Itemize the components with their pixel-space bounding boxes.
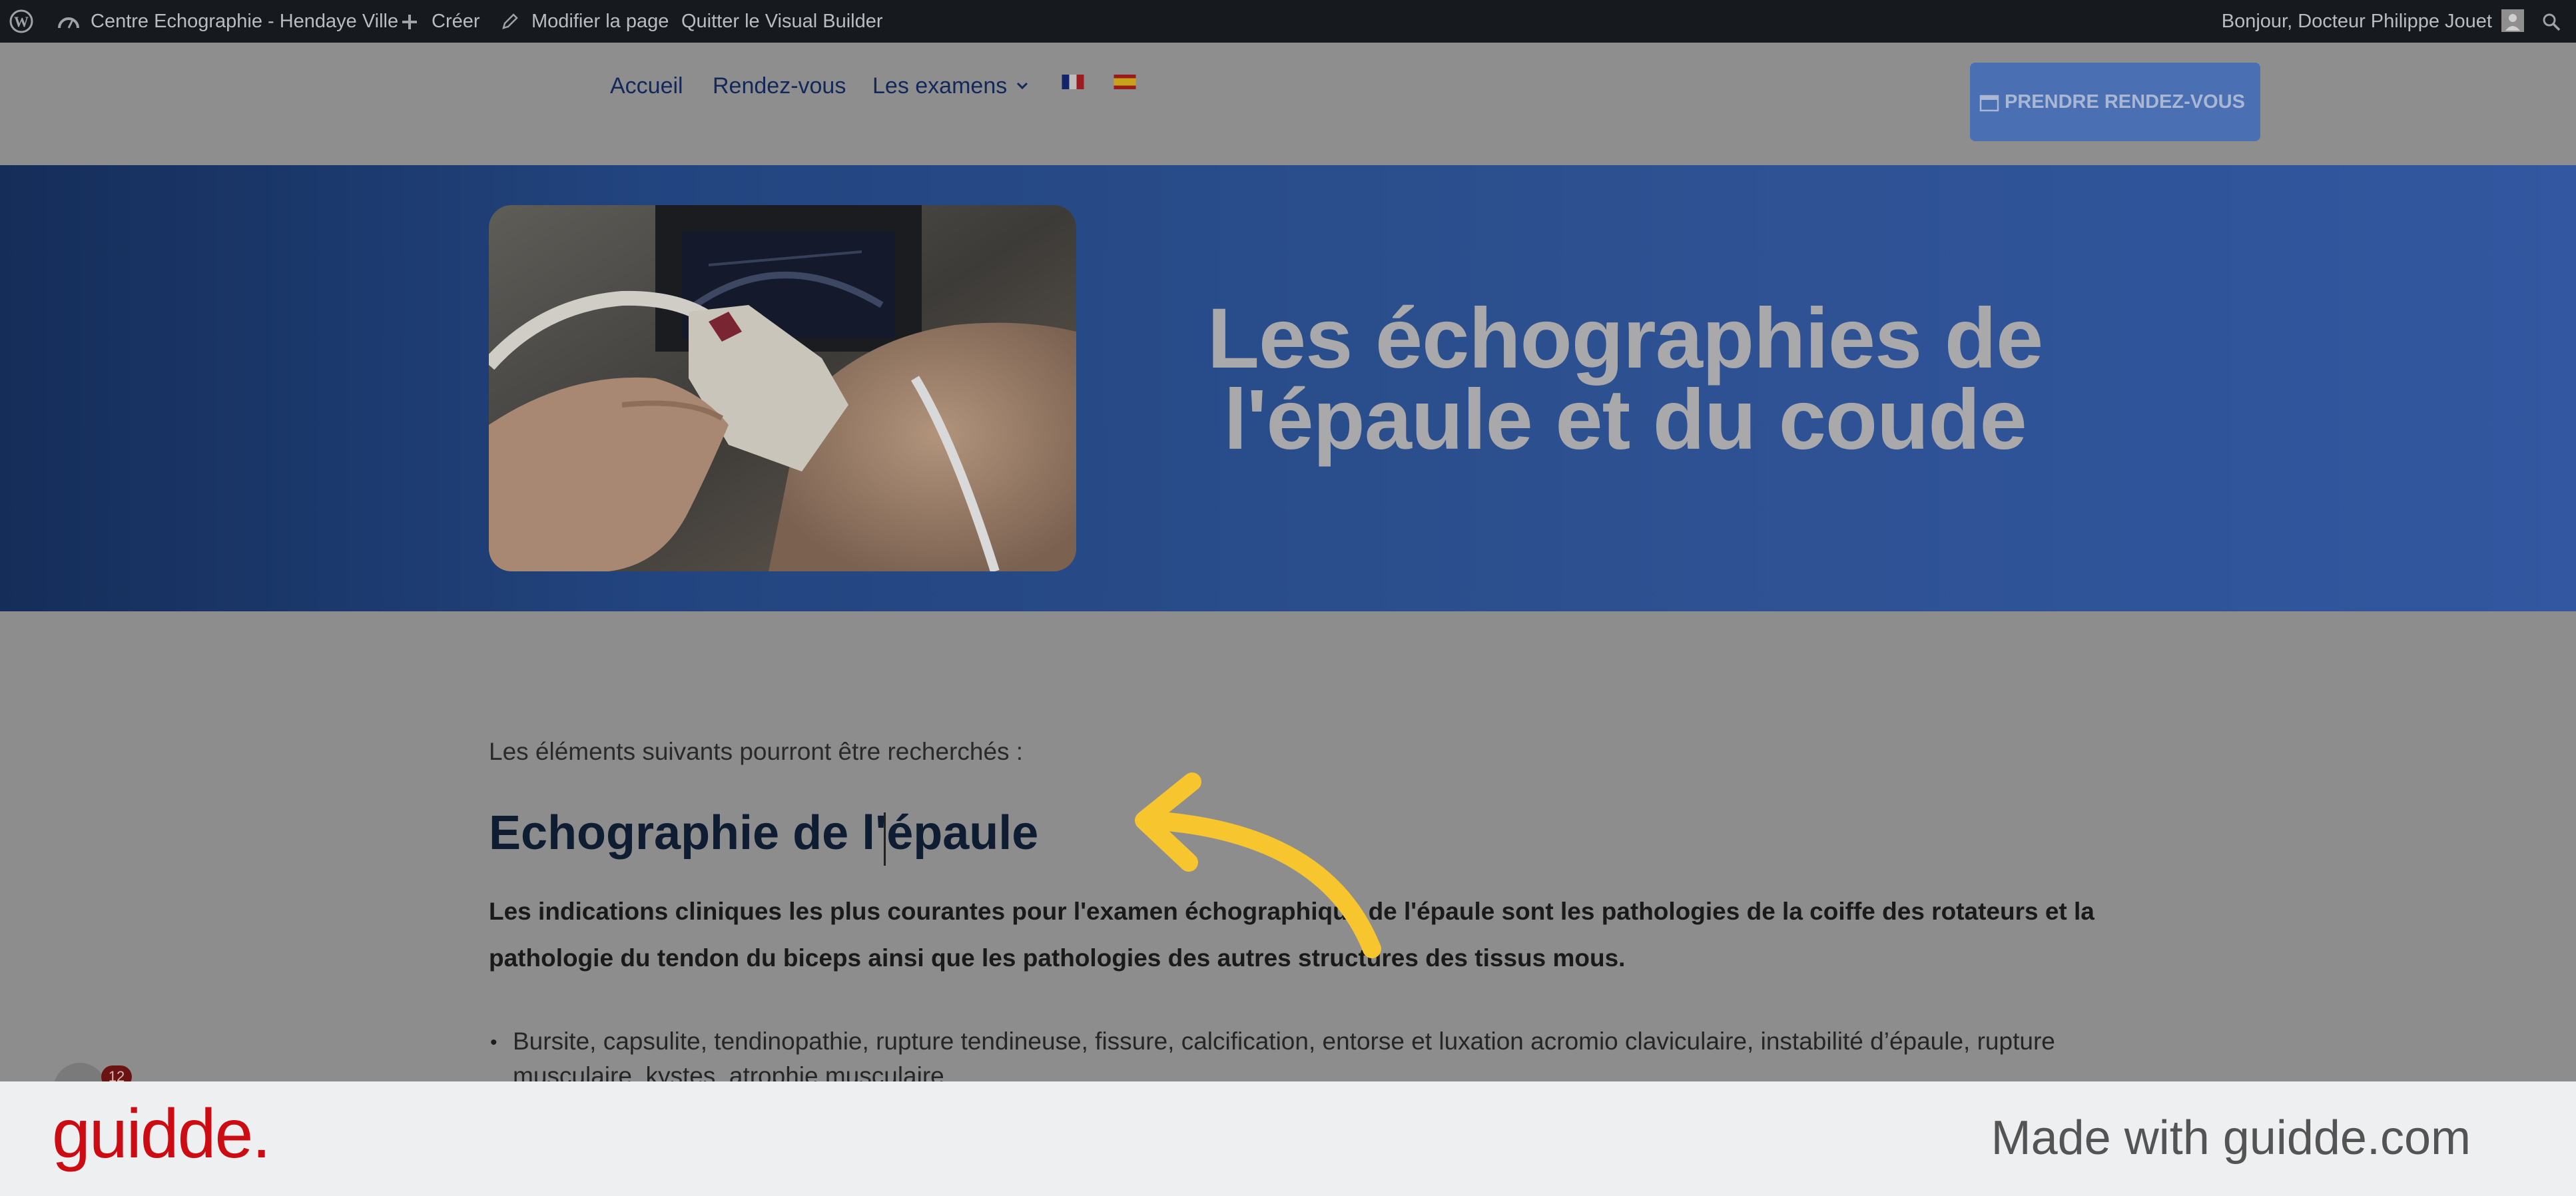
intro-text: Les éléments suivants pourront être rech… [489,738,1024,765]
user-avatar[interactable] [2501,9,2524,32]
book-appointment-label: PRENDRE RENDEZ-VOUS [2005,91,2245,113]
pencil-icon [502,13,518,29]
guidde-footer: guidde. Made with guidde.com [0,1081,2576,1196]
admin-bar: W Centre Echographie - Hendaye Ville Cré… [0,0,2576,43]
made-with-text: Made with guidde.com [1991,1111,2471,1165]
wordpress-icon[interactable]: W [9,9,33,33]
nav-item-rendez-vous[interactable]: Rendez-vous [713,69,846,103]
guidde-logo: guidde. [52,1095,271,1173]
ultrasound-shoulder-image [489,205,1076,571]
text-cursor [884,812,886,866]
hero-title: Les échographies de l'épaule et du coude [1132,291,2118,467]
search-icon[interactable] [2541,12,2561,32]
admin-greeting[interactable]: Bonjour, Docteur Philippe Jouet [2222,0,2492,43]
nav-item-les-examens[interactable]: Les examens [872,69,1007,103]
annotation-arrow-icon [1135,772,1381,958]
flag-spain-icon[interactable] [1114,75,1136,89]
nav-item-accueil[interactable]: Accueil [610,69,683,103]
book-appointment-button[interactable]: PRENDRE RENDEZ-VOUS [1970,63,2260,141]
section-heading[interactable]: Echographie de l'épaule [489,806,1038,860]
hero-title-line-1: Les échographies de [1207,291,2043,386]
site-header: Accueil Rendez-vous Les examens PRENDRE … [0,43,2576,165]
flag-france-icon[interactable] [1062,75,1084,89]
dashboard-icon [58,17,79,29]
calendar-icon [1979,95,1999,112]
admin-site-name-link[interactable]: Centre Echographie - Hendaye Ville [91,0,398,43]
plus-icon [402,15,417,29]
hero-banner: Les échographies de l'épaule et du coude [0,165,2576,611]
bullet-marker: • [490,1032,497,1053]
hero-title-line-2: l'épaule et du coude [1223,372,2027,467]
chevron-down-icon [1016,82,1028,90]
admin-quit-builder-link[interactable]: Quitter le Visual Builder [681,0,883,43]
admin-create-link[interactable]: Créer [432,0,480,43]
admin-edit-page-link[interactable]: Modifier la page [531,0,669,43]
svg-text:W: W [14,13,29,30]
